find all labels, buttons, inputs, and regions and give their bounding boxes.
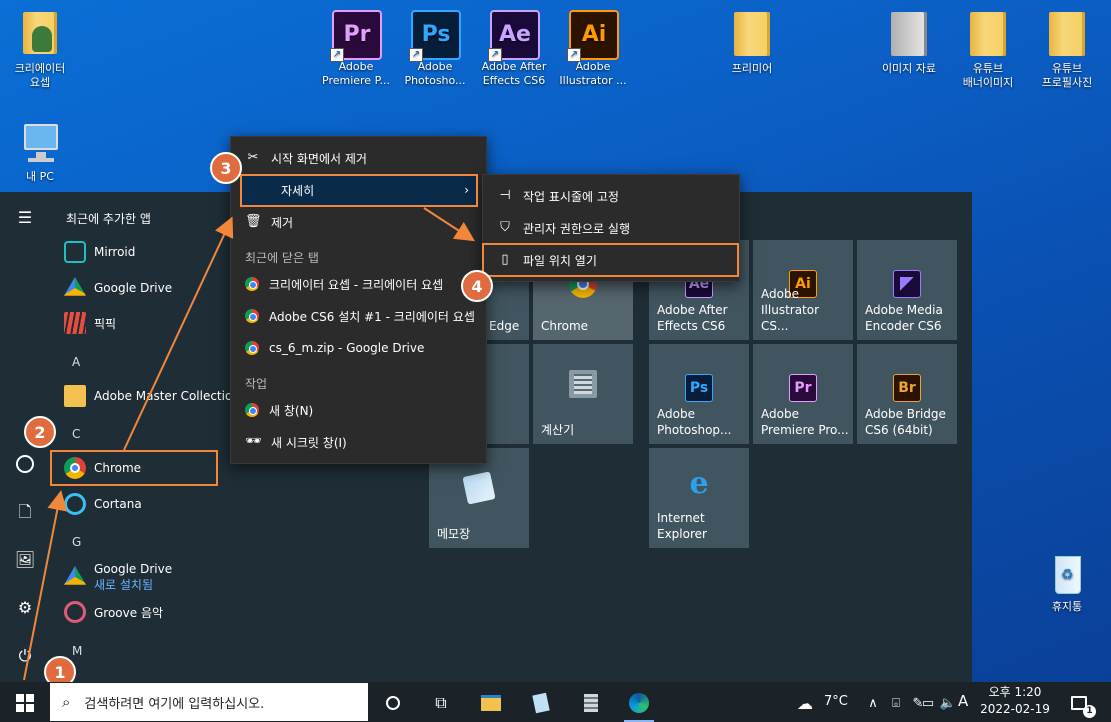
arrow-2-to-3 [123, 216, 234, 451]
windows-start-icon[interactable] [14, 692, 36, 714]
arrow-1-to-2 [23, 490, 68, 681]
notification-icon[interactable]: 1 [1068, 692, 1096, 718]
clock[interactable]: 오후 1:20 2022-02-19 [980, 684, 1050, 718]
task-view-icon[interactable]: ⧉ [430, 692, 452, 714]
step-badge-3: 3 [210, 152, 242, 184]
taskbar: ⌕ 검색하려면 여기에 입력하십시오. ⧉ ☁ 7°C ∧ ⌻ ✎ ▭ 🔈 A … [0, 682, 1111, 722]
search-icon: ⌕ [62, 693, 71, 711]
ime-indicator[interactable]: A [958, 692, 968, 710]
taskbar-search[interactable]: ⌕ 검색하려면 여기에 입력하십시오. [50, 683, 368, 721]
clock-date: 2022-02-19 [980, 702, 1050, 716]
volume-icon[interactable]: 🔈 [937, 692, 959, 714]
weather-icon[interactable]: ☁ [794, 692, 816, 714]
device-icon[interactable]: ⌻ [885, 692, 907, 714]
step-badge-2: 2 [24, 416, 56, 448]
network-icon[interactable]: ▭ [917, 692, 939, 714]
chevron-up-icon[interactable]: ∧ [862, 692, 884, 714]
clock-time: 오후 1:20 [988, 685, 1042, 699]
step-badge-4: 4 [461, 270, 493, 302]
calculator-icon[interactable] [580, 692, 602, 714]
cortana-circle-icon[interactable] [382, 692, 404, 714]
search-placeholder: 검색하려면 여기에 입력하십시오. [84, 696, 265, 712]
weather-temp[interactable]: 7°C [824, 694, 848, 709]
notification-badge: 1 [1083, 705, 1096, 718]
file-explorer-icon[interactable] [480, 692, 502, 714]
notepad-icon[interactable] [530, 692, 552, 714]
edge-icon[interactable] [628, 692, 650, 714]
step-arrows [23, 207, 476, 681]
arrow-3-to-4 [423, 207, 476, 242]
